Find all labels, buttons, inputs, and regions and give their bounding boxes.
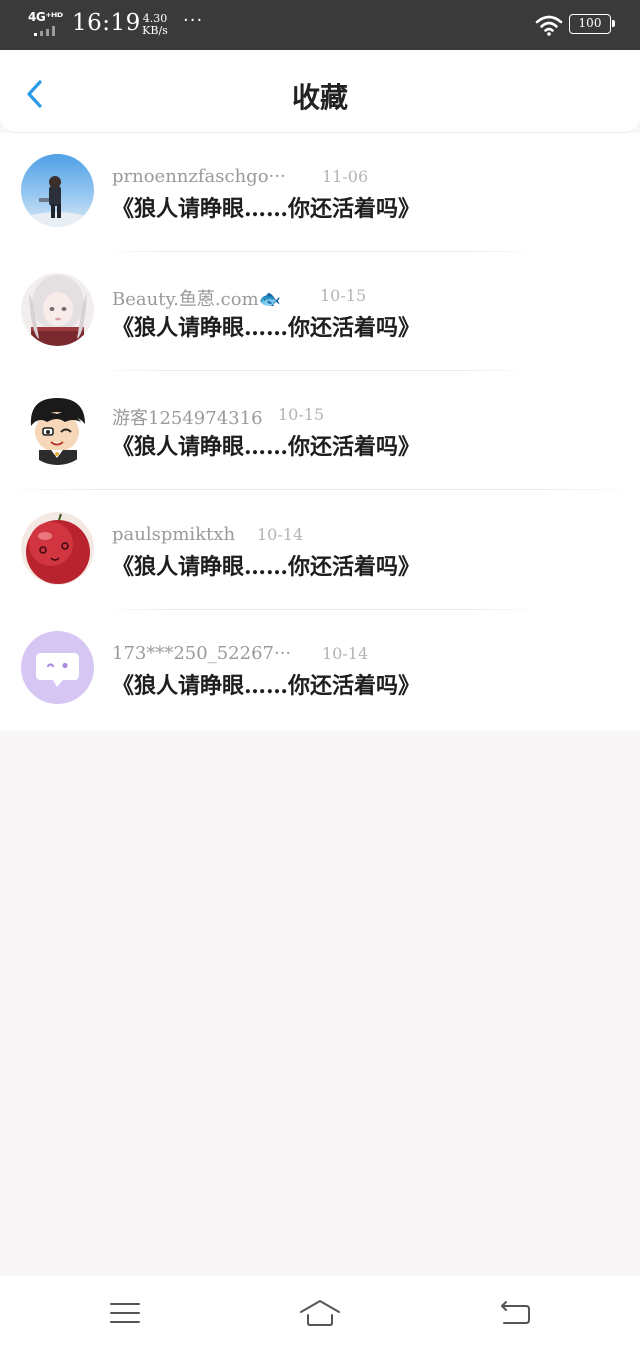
post-title: 《狼人请睁眼……你还活着吗》	[112, 554, 421, 580]
post-title: 《狼人请睁眼……你还活着吗》	[112, 196, 421, 222]
back-nav-button[interactable]	[496, 1296, 536, 1330]
favorites-list: prnoennzfaschgo··· 11-06 《狼人请睁眼……你还活着吗》 …	[0, 133, 640, 731]
avatar[interactable]	[21, 631, 94, 704]
page-title: 收藏	[291, 81, 348, 114]
avatar[interactable]	[21, 512, 94, 585]
battery-level: 100	[578, 16, 602, 30]
avatar-cartoon-boy	[21, 392, 94, 465]
post-date: 11-06	[322, 167, 369, 186]
author-name: 游客1254974316	[112, 408, 263, 429]
post-date: 10-14	[257, 525, 304, 544]
author-name: Beauty.鱼蒽.com🐟	[112, 289, 282, 310]
network-speed-unit: KB/s	[142, 24, 168, 37]
home-button[interactable]	[298, 1296, 342, 1330]
avatar-red-fruit	[21, 512, 94, 585]
battery-icon: 100	[569, 14, 615, 34]
avatar[interactable]	[21, 392, 94, 465]
post-title: 《狼人请睁眼……你还活着吗》	[112, 315, 421, 341]
menu-button[interactable]	[105, 1296, 145, 1330]
divider	[0, 489, 640, 490]
menu-icon	[110, 1303, 140, 1323]
system-nav-bar	[0, 1276, 640, 1351]
post-date: 10-15	[320, 286, 367, 305]
header: 收藏	[0, 50, 640, 133]
avatar-photo-sky	[21, 154, 94, 227]
avatar[interactable]	[21, 154, 94, 227]
back-icon	[501, 1301, 530, 1324]
list-item[interactable]: prnoennzfaschgo··· 11-06 《狼人请睁眼……你还活着吗》	[0, 133, 640, 252]
author-name: 173***250_52267···	[112, 643, 292, 664]
post-title: 《狼人请睁眼……你还活着吗》	[112, 673, 421, 699]
list-item[interactable]: paulspmiktxh 10-14 《狼人请睁眼……你还活着吗》	[0, 491, 640, 610]
post-date: 10-14	[322, 644, 369, 663]
avatar[interactable]	[21, 273, 94, 346]
status-bar: 4G⁺ᴴᴰ 16:19 4.30 KB/s ··· 100	[0, 0, 640, 50]
network-speed: 4.30 KB/s	[138, 13, 172, 37]
avatar-default-chat	[21, 631, 94, 704]
post-date: 10-15	[278, 405, 325, 424]
avatar-white-hair-girl	[21, 273, 94, 346]
author-name: prnoennzfaschgo···	[112, 166, 286, 187]
network-type: 4G⁺ᴴᴰ	[28, 10, 63, 24]
list-item[interactable]: Beauty.鱼蒽.com🐟 10-15 《狼人请睁眼……你还活着吗》	[0, 252, 640, 371]
signal-icon: 4G⁺ᴴᴰ	[28, 10, 68, 38]
home-icon	[300, 1300, 340, 1326]
clock: 16:19	[72, 10, 141, 36]
wifi-icon	[535, 15, 563, 36]
more-notifications-icon: ···	[183, 10, 204, 31]
list-item[interactable]: 游客1254974316 10-15 《狼人请睁眼……你还活着吗》	[0, 371, 640, 490]
post-title: 《狼人请睁眼……你还活着吗》	[112, 434, 421, 460]
author-name: paulspmiktxh	[112, 524, 236, 545]
list-item[interactable]: 173***250_52267··· 10-14 《狼人请睁眼……你还活着吗》	[0, 610, 640, 729]
